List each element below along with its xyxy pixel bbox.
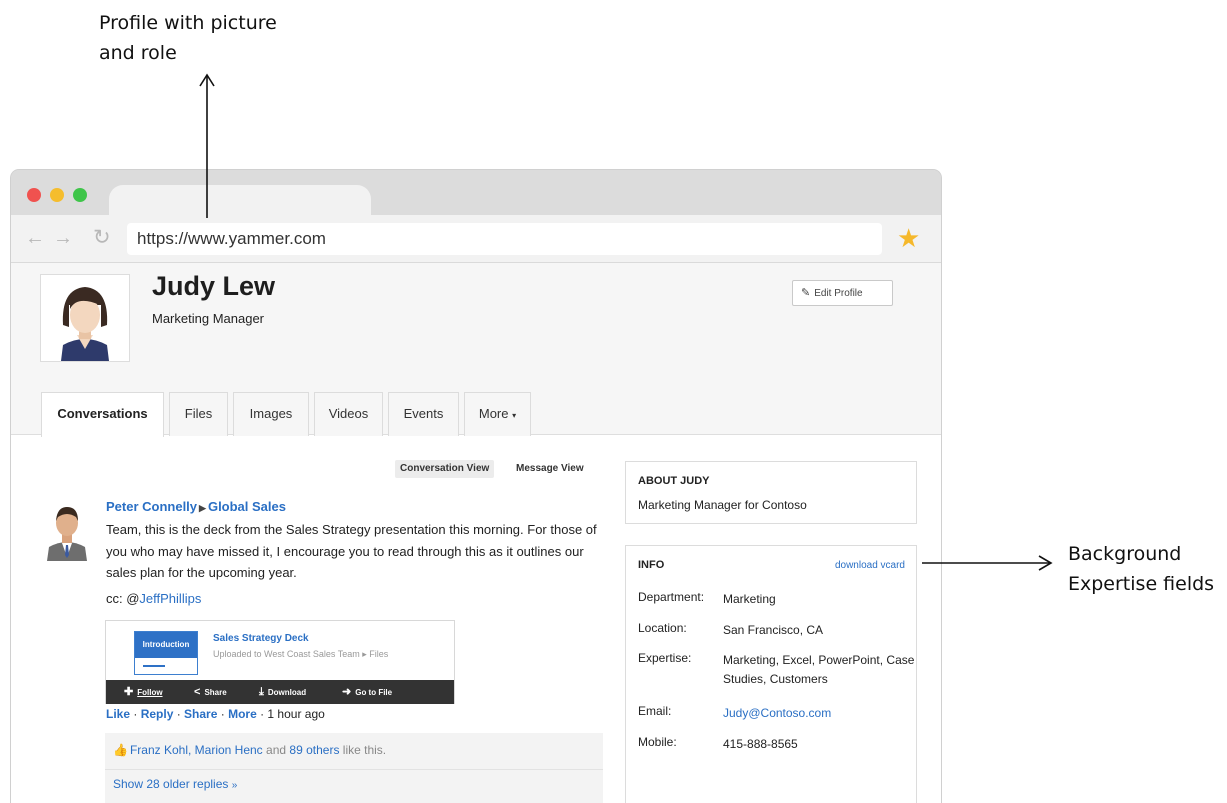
cc-mention-link[interactable]: JeffPhillips bbox=[139, 591, 201, 606]
plus-icon: ✚ bbox=[124, 686, 134, 698]
minimize-window-button[interactable] bbox=[50, 188, 64, 202]
arrow-circle-icon: ➜ bbox=[342, 686, 352, 698]
tab-videos[interactable]: Videos bbox=[314, 392, 383, 436]
info-value: Marketing bbox=[723, 592, 776, 606]
show-older-replies-link[interactable]: Show 28 older replies » bbox=[113, 777, 237, 791]
maximize-window-button[interactable] bbox=[73, 188, 87, 202]
conversation-view-toggle[interactable]: Conversation View bbox=[395, 460, 495, 478]
avatar[interactable] bbox=[40, 274, 130, 362]
info-value: 415-888-8565 bbox=[723, 737, 798, 751]
download-button[interactable]: ⤓ Download bbox=[259, 680, 306, 705]
profile-page: Judy Lew Marketing Manager ✎ Edit Profile… bbox=[11, 263, 941, 803]
reply-link[interactable]: Reply bbox=[141, 707, 174, 721]
likers-link[interactable]: Franz Kohl, Marion Henc bbox=[130, 743, 263, 757]
browser-toolbar: ← → ↻ https://www.yammer.com ★ bbox=[11, 215, 941, 263]
reload-icon[interactable]: ↻ bbox=[93, 227, 111, 249]
thumbnail-line bbox=[143, 665, 165, 667]
poster-name-link[interactable]: Peter Connelly bbox=[106, 499, 197, 514]
caret-down-icon: ▾ bbox=[512, 411, 517, 420]
info-label: Location: bbox=[638, 621, 687, 635]
post-time: 1 hour ago bbox=[267, 707, 325, 721]
address-bar[interactable]: https://www.yammer.com bbox=[127, 223, 882, 255]
edit-profile-button[interactable]: ✎ Edit Profile bbox=[792, 280, 893, 306]
message-view-toggle[interactable]: Message View bbox=[516, 460, 584, 478]
attachment-action-bar: ✚ Follow < Share ⤓ Download ➜ Go to File bbox=[106, 680, 454, 704]
arrow-right-icon[interactable]: → bbox=[53, 227, 73, 249]
poster-group-link[interactable]: Global Sales bbox=[208, 499, 286, 514]
likes-suffix: like this. bbox=[342, 743, 387, 757]
arrow-right-head bbox=[1038, 555, 1053, 571]
more-link[interactable]: More bbox=[228, 707, 257, 721]
callout-background: Background Expertise fields bbox=[1068, 539, 1227, 599]
close-window-button[interactable] bbox=[27, 188, 41, 202]
download-vcard-link[interactable]: download vcard bbox=[835, 560, 905, 571]
post-body: Team, this is the deck from the Sales St… bbox=[106, 522, 597, 580]
woman-avatar-icon bbox=[61, 287, 109, 361]
arrow-up-head bbox=[199, 73, 215, 87]
arrow-left-icon[interactable]: ← bbox=[25, 227, 45, 249]
info-label: Mobile: bbox=[638, 735, 677, 749]
callout-profile: Profile with picture and role bbox=[99, 8, 319, 68]
download-icon: ⤓ bbox=[259, 686, 264, 698]
pencil-icon: ✎ bbox=[801, 287, 811, 299]
share-file-button[interactable]: < Share bbox=[194, 680, 227, 705]
info-card: INFO download vcard Department: Marketin… bbox=[625, 545, 917, 803]
about-text: Marketing Manager for Contoso bbox=[638, 498, 807, 512]
man-avatar-icon[interactable] bbox=[45, 501, 89, 561]
follow-button[interactable]: ✚ Follow bbox=[124, 680, 163, 705]
info-label: Email: bbox=[638, 704, 672, 718]
info-value: San Francisco, CA bbox=[723, 623, 824, 637]
double-chevron-right-icon: » bbox=[231, 780, 238, 791]
email-link[interactable]: Judy@Contoso.com bbox=[723, 704, 923, 723]
callout-profile-line2: and role bbox=[99, 42, 177, 64]
go-to-file-button[interactable]: ➜ Go to File bbox=[342, 680, 392, 705]
callout-background-line2: Expertise fields bbox=[1068, 573, 1215, 595]
others-link[interactable]: 89 others bbox=[289, 743, 339, 757]
attachment-thumbnail[interactable]: Introduction bbox=[134, 631, 198, 675]
tab-more[interactable]: More ▾ bbox=[464, 392, 531, 436]
info-label: Department: bbox=[638, 590, 705, 604]
browser-tab[interactable] bbox=[109, 185, 371, 217]
info-value: Marketing, Excel, PowerPoint, Case Studi… bbox=[723, 653, 915, 686]
post-actions: Like · Reply · Share · More · 1 hour ago bbox=[106, 707, 325, 721]
likes-panel: 👍 Franz Kohl, Marion Henc and 89 others l… bbox=[105, 733, 603, 803]
attachment-card: Introduction Sales Strategy Deck Uploade… bbox=[105, 620, 455, 704]
browser-window: ← → ↻ https://www.yammer.com ★ Judy Lew … bbox=[10, 169, 942, 803]
callout-profile-line1: Profile with picture bbox=[99, 12, 277, 34]
thumbs-up-icon: 👍 bbox=[113, 743, 128, 757]
post-cc: cc: @JeffPhillips bbox=[106, 591, 201, 606]
about-card: ABOUT JUDY Marketing Manager for Contoso bbox=[625, 461, 917, 524]
like-link[interactable]: Like bbox=[106, 707, 130, 721]
arrow-right-small-icon: ▶ bbox=[199, 503, 206, 513]
info-label: Expertise: bbox=[638, 651, 692, 665]
star-icon[interactable]: ★ bbox=[897, 221, 920, 255]
browser-tab-bar bbox=[11, 170, 941, 217]
post-author: Peter Connelly ▶ Global Sales bbox=[106, 499, 286, 514]
likes-and: and bbox=[266, 743, 287, 757]
edit-profile-label: Edit Profile bbox=[814, 288, 863, 299]
tab-conversations[interactable]: Conversations bbox=[41, 392, 164, 437]
thumbnail-title: Introduction bbox=[135, 632, 197, 658]
attachment-subtitle: Uploaded to West Coast Sales Team ▸ File… bbox=[213, 649, 389, 659]
tab-files[interactable]: Files bbox=[169, 392, 228, 436]
tab-more-label: More bbox=[478, 406, 509, 421]
share-icon: < bbox=[194, 686, 201, 698]
info-heading: INFO bbox=[638, 559, 665, 571]
likes-line: 👍 Franz Kohl, Marion Henc and 89 others l… bbox=[113, 743, 386, 757]
cc-prefix: cc: @ bbox=[106, 591, 140, 606]
tab-events[interactable]: Events bbox=[388, 392, 459, 436]
attachment-title[interactable]: Sales Strategy Deck bbox=[213, 633, 309, 644]
profile-name: Judy Lew bbox=[152, 271, 276, 301]
profile-role: Marketing Manager bbox=[152, 311, 264, 326]
share-link[interactable]: Share bbox=[184, 707, 217, 721]
likes-divider bbox=[105, 769, 603, 770]
callout-background-line1: Background bbox=[1068, 543, 1182, 565]
tab-images[interactable]: Images bbox=[233, 392, 309, 436]
about-heading: ABOUT JUDY bbox=[638, 475, 710, 487]
